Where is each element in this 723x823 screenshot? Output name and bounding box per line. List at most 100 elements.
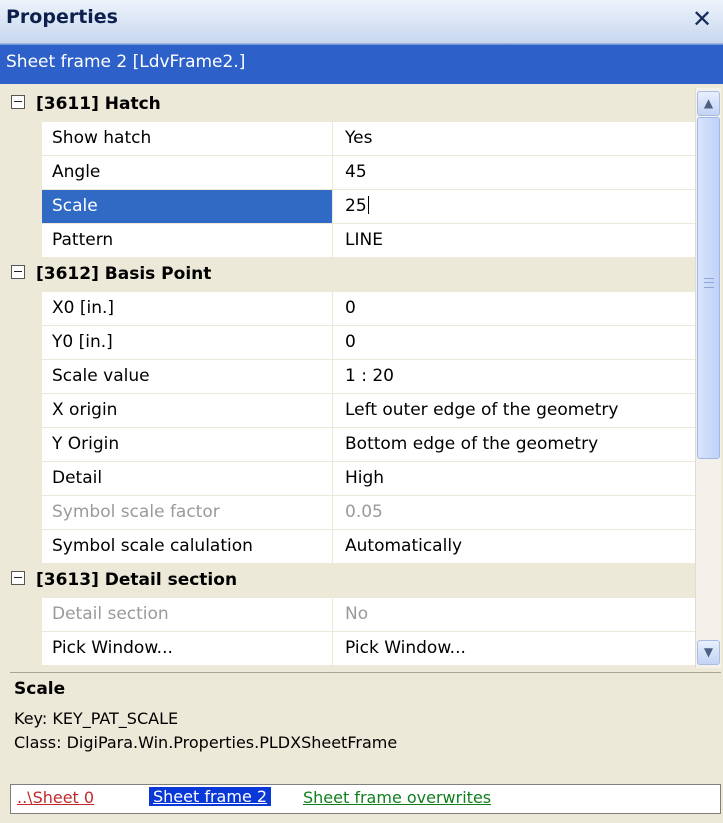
property-name: Symbol scale calulation: [42, 530, 333, 564]
row-gutter: [10, 632, 42, 666]
category-title: [3612] Basis Point: [36, 264, 212, 284]
property-value-text: LINE: [345, 230, 383, 250]
collapse-icon[interactable]: [11, 571, 25, 585]
description-panel: Scale Key: KEY_PAT_SCALE Class: DigiPara…: [10, 672, 721, 782]
row-gutter: [10, 462, 42, 496]
property-value[interactable]: Yes: [333, 122, 695, 156]
navigation-bar: ..\Sheet 0 Sheet frame 2 Sheet frame ove…: [10, 784, 721, 814]
property-row[interactable]: Detail High: [10, 462, 695, 496]
property-value-text: Left outer edge of the geometry: [345, 400, 619, 420]
property-row[interactable]: Detail section No: [10, 598, 695, 632]
property-value[interactable]: Pick Window...: [333, 632, 695, 666]
property-value[interactable]: Automatically: [333, 530, 695, 564]
property-value[interactable]: 0: [333, 292, 695, 326]
row-gutter: [10, 292, 42, 326]
property-value: No: [333, 598, 695, 632]
property-row[interactable]: Pattern LINE: [10, 224, 695, 258]
property-value-text: 0.05: [345, 502, 383, 522]
property-value-text: No: [345, 604, 369, 624]
property-name: X0 [in.]: [42, 292, 333, 326]
property-value-text: 0: [345, 332, 356, 352]
row-gutter: [10, 190, 42, 224]
property-grid: [3611] Hatch Show hatch Yes Angle 45 Scale 25 P…: [10, 88, 695, 668]
property-value-text: Yes: [345, 128, 373, 148]
chevron-up-icon: ▲: [703, 96, 714, 110]
row-gutter: [10, 598, 42, 632]
property-value-text: 1 : 20: [345, 366, 394, 386]
property-value-text: High: [345, 468, 385, 488]
property-value-text: Bottom edge of the geometry: [345, 434, 599, 454]
category-row[interactable]: [3614] Car Position in this Section: [10, 666, 695, 668]
property-row[interactable]: X0 [in.] 0: [10, 292, 695, 326]
property-value[interactable]: Left outer edge of the geometry: [333, 394, 695, 428]
row-gutter: [10, 496, 42, 530]
category-title: [3611] Hatch: [36, 94, 161, 114]
property-value-editor[interactable]: 25: [333, 190, 695, 224]
property-row[interactable]: Y0 [in.] 0: [10, 326, 695, 360]
scroll-up-button[interactable]: ▲: [697, 91, 720, 116]
collapse-icon[interactable]: [11, 265, 25, 279]
row-gutter: [10, 156, 42, 190]
description-class: Class: DigiPara.Win.Properties.PLDXSheet…: [14, 733, 398, 752]
row-gutter: [10, 122, 42, 156]
sheet-0-link[interactable]: ..\Sheet 0: [17, 788, 94, 807]
property-name: Show hatch: [42, 122, 333, 156]
properties-window: Properties ✕ Sheet frame 2 [LdvFrame2.] …: [0, 0, 723, 823]
scroll-thumb[interactable]: [697, 117, 720, 459]
category-row[interactable]: [3612] Basis Point: [10, 258, 695, 292]
property-value[interactable]: Bottom edge of the geometry: [333, 428, 695, 462]
close-icon[interactable]: ✕: [689, 4, 715, 34]
property-name: Scale value: [42, 360, 333, 394]
property-value[interactable]: 45: [333, 156, 695, 190]
property-row[interactable]: Y Origin Bottom edge of the geometry: [10, 428, 695, 462]
property-name: Detail: [42, 462, 333, 496]
window-title: Properties: [6, 6, 118, 28]
row-gutter: [10, 224, 42, 258]
grip-icon: [704, 278, 714, 288]
vertical-scrollbar[interactable]: ▲ ▼: [695, 88, 721, 668]
title-bar: Properties ✕: [0, 0, 723, 44]
property-value-text: Pick Window...: [345, 638, 466, 658]
scroll-down-button[interactable]: ▼: [697, 640, 720, 665]
property-value-text: 0: [345, 298, 356, 318]
selected-object-label: Sheet frame 2 [LdvFrame2.]: [6, 52, 246, 72]
property-row[interactable]: Scale value 1 : 20: [10, 360, 695, 394]
property-row[interactable]: X origin Left outer edge of the geometry: [10, 394, 695, 428]
property-value[interactable]: High: [333, 462, 695, 496]
text-caret: [367, 196, 369, 214]
property-name: Detail section: [42, 598, 333, 632]
property-value-text: 25: [345, 196, 367, 216]
category-title: [3613] Detail section: [36, 570, 238, 590]
sheet-frame-overwrites-link[interactable]: Sheet frame overwrites: [303, 788, 491, 807]
chevron-down-icon: ▼: [703, 645, 714, 659]
row-gutter: [10, 394, 42, 428]
property-name: Angle: [42, 156, 333, 190]
property-name: Y Origin: [42, 428, 333, 462]
property-name: Symbol scale factor: [42, 496, 333, 530]
property-value: 0.05: [333, 496, 695, 530]
property-row[interactable]: Scale 25: [10, 190, 695, 224]
category-row[interactable]: [3611] Hatch: [10, 88, 695, 122]
description-key: Key: KEY_PAT_SCALE: [14, 709, 179, 728]
property-row[interactable]: Show hatch Yes: [10, 122, 695, 156]
property-value[interactable]: 0: [333, 326, 695, 360]
sheet-frame-2-link[interactable]: Sheet frame 2: [149, 787, 272, 806]
property-name: Y0 [in.]: [42, 326, 333, 360]
selected-object-header: Sheet frame 2 [LdvFrame2.]: [0, 44, 723, 84]
property-row[interactable]: Pick Window... Pick Window...: [10, 632, 695, 666]
property-name: Scale: [42, 190, 333, 224]
property-name: Pick Window...: [42, 632, 333, 666]
row-gutter: [10, 360, 42, 394]
property-row[interactable]: Symbol scale factor 0.05: [10, 496, 695, 530]
property-value-text: 45: [345, 162, 367, 182]
category-row[interactable]: [3613] Detail section: [10, 564, 695, 598]
property-row[interactable]: Symbol scale calulation Automatically: [10, 530, 695, 564]
property-name: X origin: [42, 394, 333, 428]
collapse-icon[interactable]: [11, 95, 25, 109]
property-value[interactable]: LINE: [333, 224, 695, 258]
property-value-text: Automatically: [345, 536, 463, 556]
property-row[interactable]: Angle 45: [10, 156, 695, 190]
property-value[interactable]: 1 : 20: [333, 360, 695, 394]
row-gutter: [10, 530, 42, 564]
description-title: Scale: [14, 679, 66, 699]
